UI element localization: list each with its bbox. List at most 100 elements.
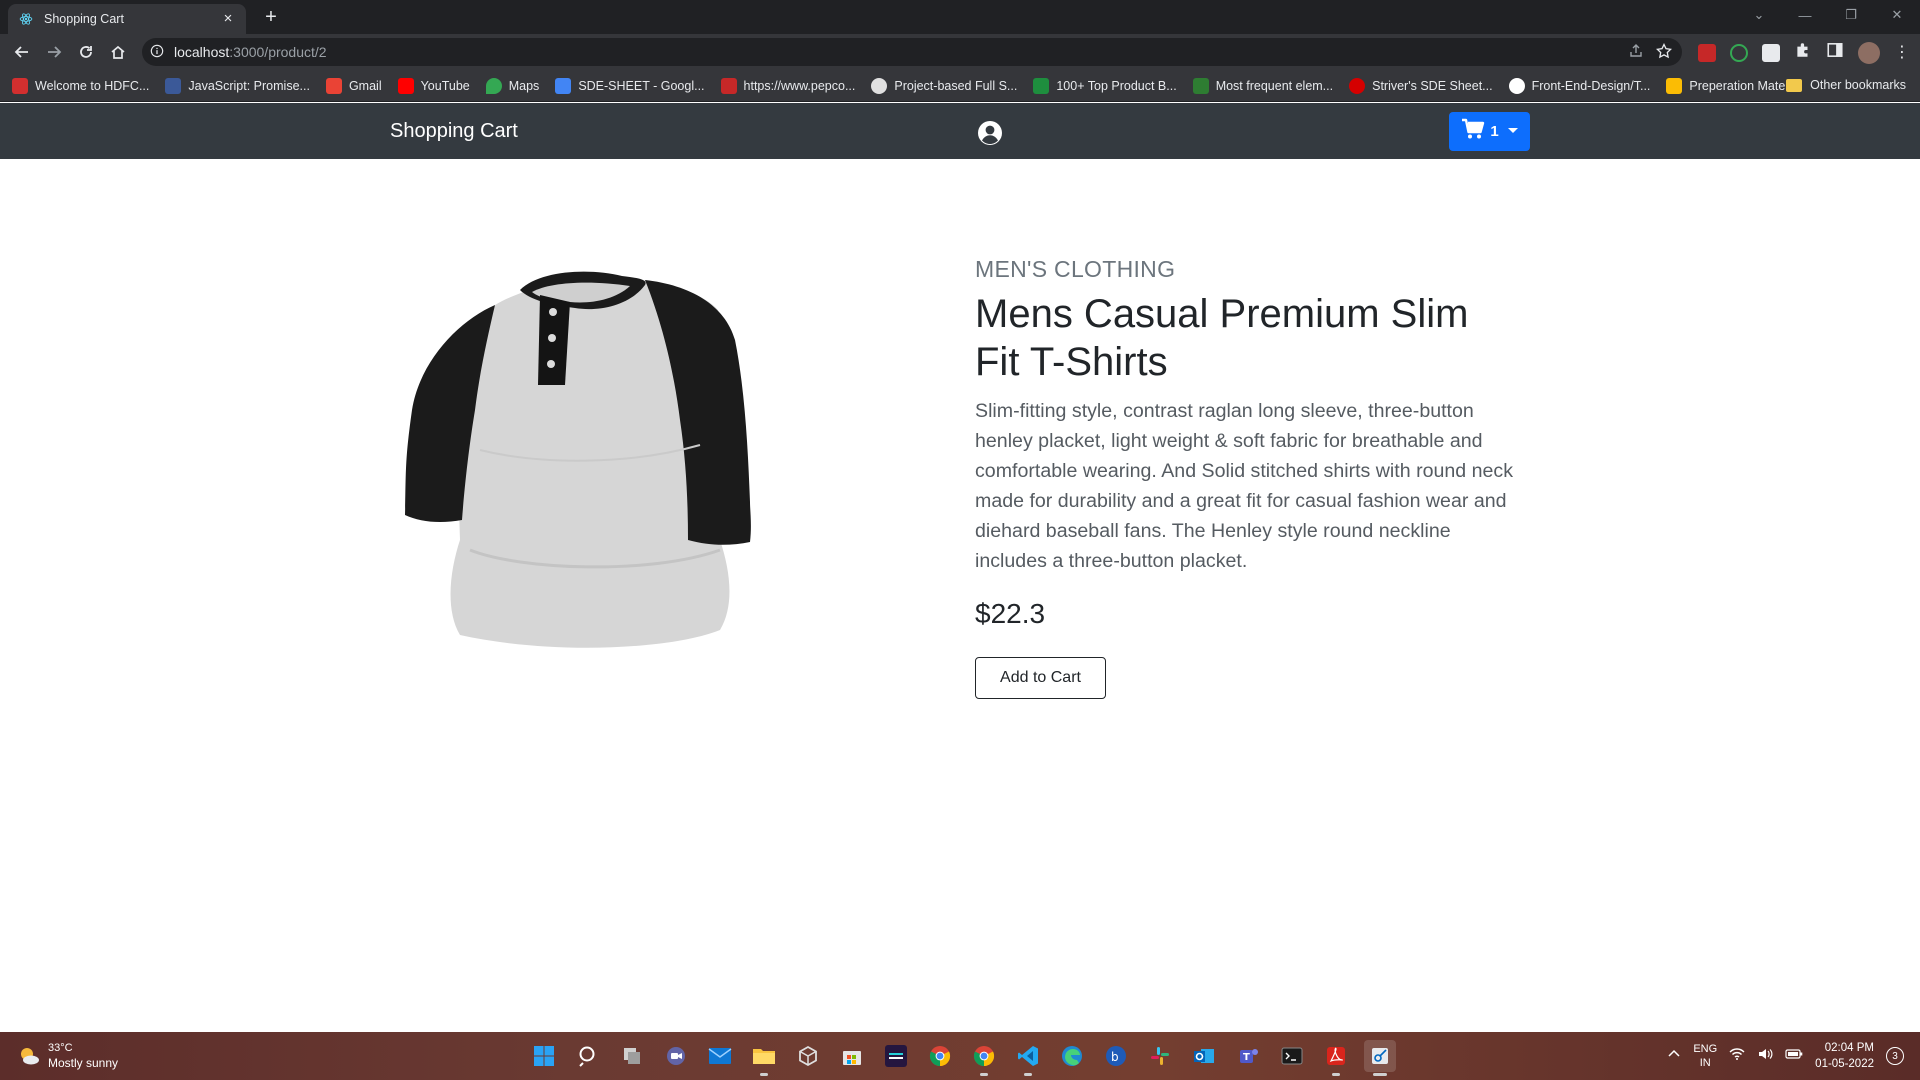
bookmark-item[interactable]: Preperation Materi... <box>1666 77 1803 94</box>
bookmark-item[interactable]: 100+ Top Product B... <box>1033 77 1177 94</box>
tab-close-icon[interactable]: × <box>220 11 236 27</box>
microsoft-store-icon[interactable] <box>836 1040 868 1072</box>
chevron-up-icon[interactable] <box>1667 1047 1681 1066</box>
clock[interactable]: 02:04 PM 01-05-2022 <box>1815 1040 1874 1072</box>
amazon-music-icon[interactable] <box>880 1040 912 1072</box>
user-account-icon[interactable] <box>977 120 1003 146</box>
other-bookmarks[interactable]: Other bookmarks <box>1786 78 1906 92</box>
slack-icon[interactable] <box>1144 1040 1176 1072</box>
teams-chat-icon[interactable] <box>660 1040 692 1072</box>
bookmark-item[interactable]: https://www.pepco... <box>720 77 856 94</box>
site-info-icon[interactable] <box>150 44 166 60</box>
extension-green-icon[interactable] <box>1730 43 1748 62</box>
bookmark-favicon <box>1349 77 1366 94</box>
product-price: $22.3 <box>975 598 1046 629</box>
navbar-brand[interactable]: Shopping Cart <box>390 120 518 143</box>
bookmark-label: https://www.pepco... <box>743 78 856 93</box>
bookmark-item[interactable]: Most frequent elem... <box>1192 77 1334 94</box>
extensions-puzzle-icon[interactable] <box>1794 41 1812 64</box>
bookmark-label: JavaScript: Promise... <box>188 78 310 93</box>
bookmark-favicon <box>720 77 737 94</box>
vscode-icon[interactable] <box>1012 1040 1044 1076</box>
bookmark-favicon <box>871 77 888 94</box>
bookmark-item[interactable]: Welcome to HDFC... <box>12 77 149 94</box>
bookmark-label: Maps <box>508 78 540 93</box>
minimize-icon[interactable]: — <box>1782 8 1828 23</box>
restore-icon[interactable]: ❐ <box>1828 7 1874 23</box>
cart-count: 1 <box>1490 123 1499 140</box>
task-view-icon[interactable] <box>616 1040 648 1072</box>
windows-start-icon[interactable] <box>528 1040 560 1072</box>
side-panel-icon[interactable] <box>1826 41 1844 64</box>
profile-avatar[interactable] <box>1858 41 1880 64</box>
back-icon[interactable] <box>6 38 38 66</box>
chrome-icon[interactable] <box>924 1040 956 1072</box>
tab-search-icon[interactable]: ⌄ <box>1736 7 1782 23</box>
bookmark-favicon <box>1033 77 1050 94</box>
url-host: localhost <box>174 44 230 60</box>
system-tray: ENG IN 02:04 PM 01-05-2022 3 <box>1667 1040 1904 1072</box>
file-explorer-icon[interactable] <box>748 1040 780 1076</box>
word-helper-icon[interactable]: b <box>1100 1040 1132 1072</box>
close-window-icon[interactable]: ✕ <box>1874 7 1920 23</box>
clock-date: 01-05-2022 <box>1815 1058 1874 1070</box>
product-image <box>400 250 810 660</box>
language-indicator[interactable]: ENG IN <box>1693 1042 1717 1070</box>
extension-qr-icon[interactable] <box>1762 43 1780 62</box>
extensions-area: ⋮ <box>1698 41 1910 64</box>
react-icon <box>18 11 34 27</box>
extension-red-icon[interactable] <box>1698 43 1716 62</box>
bookmark-label: Gmail <box>348 78 382 93</box>
taskbar-apps: b T <box>528 1040 1396 1076</box>
battery-icon[interactable] <box>1785 1047 1803 1065</box>
edge-icon[interactable] <box>1056 1040 1088 1072</box>
browser-tab[interactable]: Shopping Cart × <box>8 4 246 34</box>
browser-menu-icon[interactable]: ⋮ <box>1894 44 1910 61</box>
github-icon <box>1508 77 1525 94</box>
bookmark-item[interactable]: YouTube <box>397 77 470 94</box>
url-text: localhost:3000/product/2 <box>174 44 327 60</box>
maps-icon <box>485 77 502 94</box>
reload-icon[interactable] <box>70 38 102 66</box>
unity-icon[interactable] <box>792 1040 824 1072</box>
tab-title: Shopping Cart <box>44 12 124 26</box>
bookmark-item[interactable]: Striver's SDE Sheet... <box>1349 77 1493 94</box>
bookmark-label: Front-End-Design/T... <box>1531 78 1651 93</box>
bookmark-star-icon[interactable] <box>1655 42 1673 64</box>
acrobat-icon[interactable] <box>1320 1040 1352 1076</box>
region-code: IN <box>1699 1057 1711 1069</box>
teams-icon[interactable]: T <box>1232 1040 1264 1072</box>
browser-tab-strip: Shopping Cart × + ⌄ — ❐ ✕ <box>0 0 1920 34</box>
address-bar[interactable]: localhost:3000/product/2 <box>142 38 1682 66</box>
forward-icon[interactable] <box>38 38 70 66</box>
bookmark-item[interactable]: Project-based Full S... <box>871 77 1017 94</box>
search-icon[interactable] <box>572 1040 604 1072</box>
product-category: MEN'S CLOTHING <box>975 256 1176 282</box>
other-bookmarks-label: Other bookmarks <box>1810 78 1906 92</box>
partly-sunny-icon <box>18 1045 40 1067</box>
cart-dropdown-button[interactable]: 1 <box>1449 112 1530 151</box>
bookmark-item[interactable]: Gmail <box>325 77 382 94</box>
bookmark-item[interactable]: Front-End-Design/T... <box>1508 77 1651 94</box>
bookmark-item[interactable]: Maps <box>485 77 540 94</box>
share-icon[interactable] <box>1628 43 1644 64</box>
app-navbar: Shopping Cart 1 <box>0 103 1920 159</box>
snipping-tool-icon[interactable] <box>1364 1040 1396 1076</box>
add-to-cart-button[interactable]: Add to Cart <box>975 657 1106 699</box>
bookmark-item[interactable]: SDE-SHEET - Googl... <box>555 77 705 94</box>
bookmark-item[interactable]: JavaScript: Promise... <box>165 77 310 94</box>
url-path: :3000/product/2 <box>229 44 327 60</box>
bookmark-label: Most frequent elem... <box>1215 78 1334 93</box>
browser-toolbar: localhost:3000/product/2 ⋮ <box>0 34 1920 70</box>
weather-widget[interactable]: 33°C Mostly sunny <box>18 1042 118 1070</box>
volume-icon[interactable] <box>1757 1047 1773 1066</box>
weather-condition: Mostly sunny <box>48 1056 119 1070</box>
home-icon[interactable] <box>102 38 134 66</box>
wifi-icon[interactable] <box>1729 1047 1745 1066</box>
notification-badge[interactable]: 3 <box>1886 1047 1904 1065</box>
terminal-icon[interactable] <box>1276 1040 1308 1072</box>
outlook-icon[interactable] <box>1188 1040 1220 1072</box>
chrome-profile-icon[interactable] <box>968 1040 1000 1076</box>
mail-icon[interactable] <box>704 1040 736 1072</box>
new-tab-button[interactable]: + <box>260 7 282 29</box>
